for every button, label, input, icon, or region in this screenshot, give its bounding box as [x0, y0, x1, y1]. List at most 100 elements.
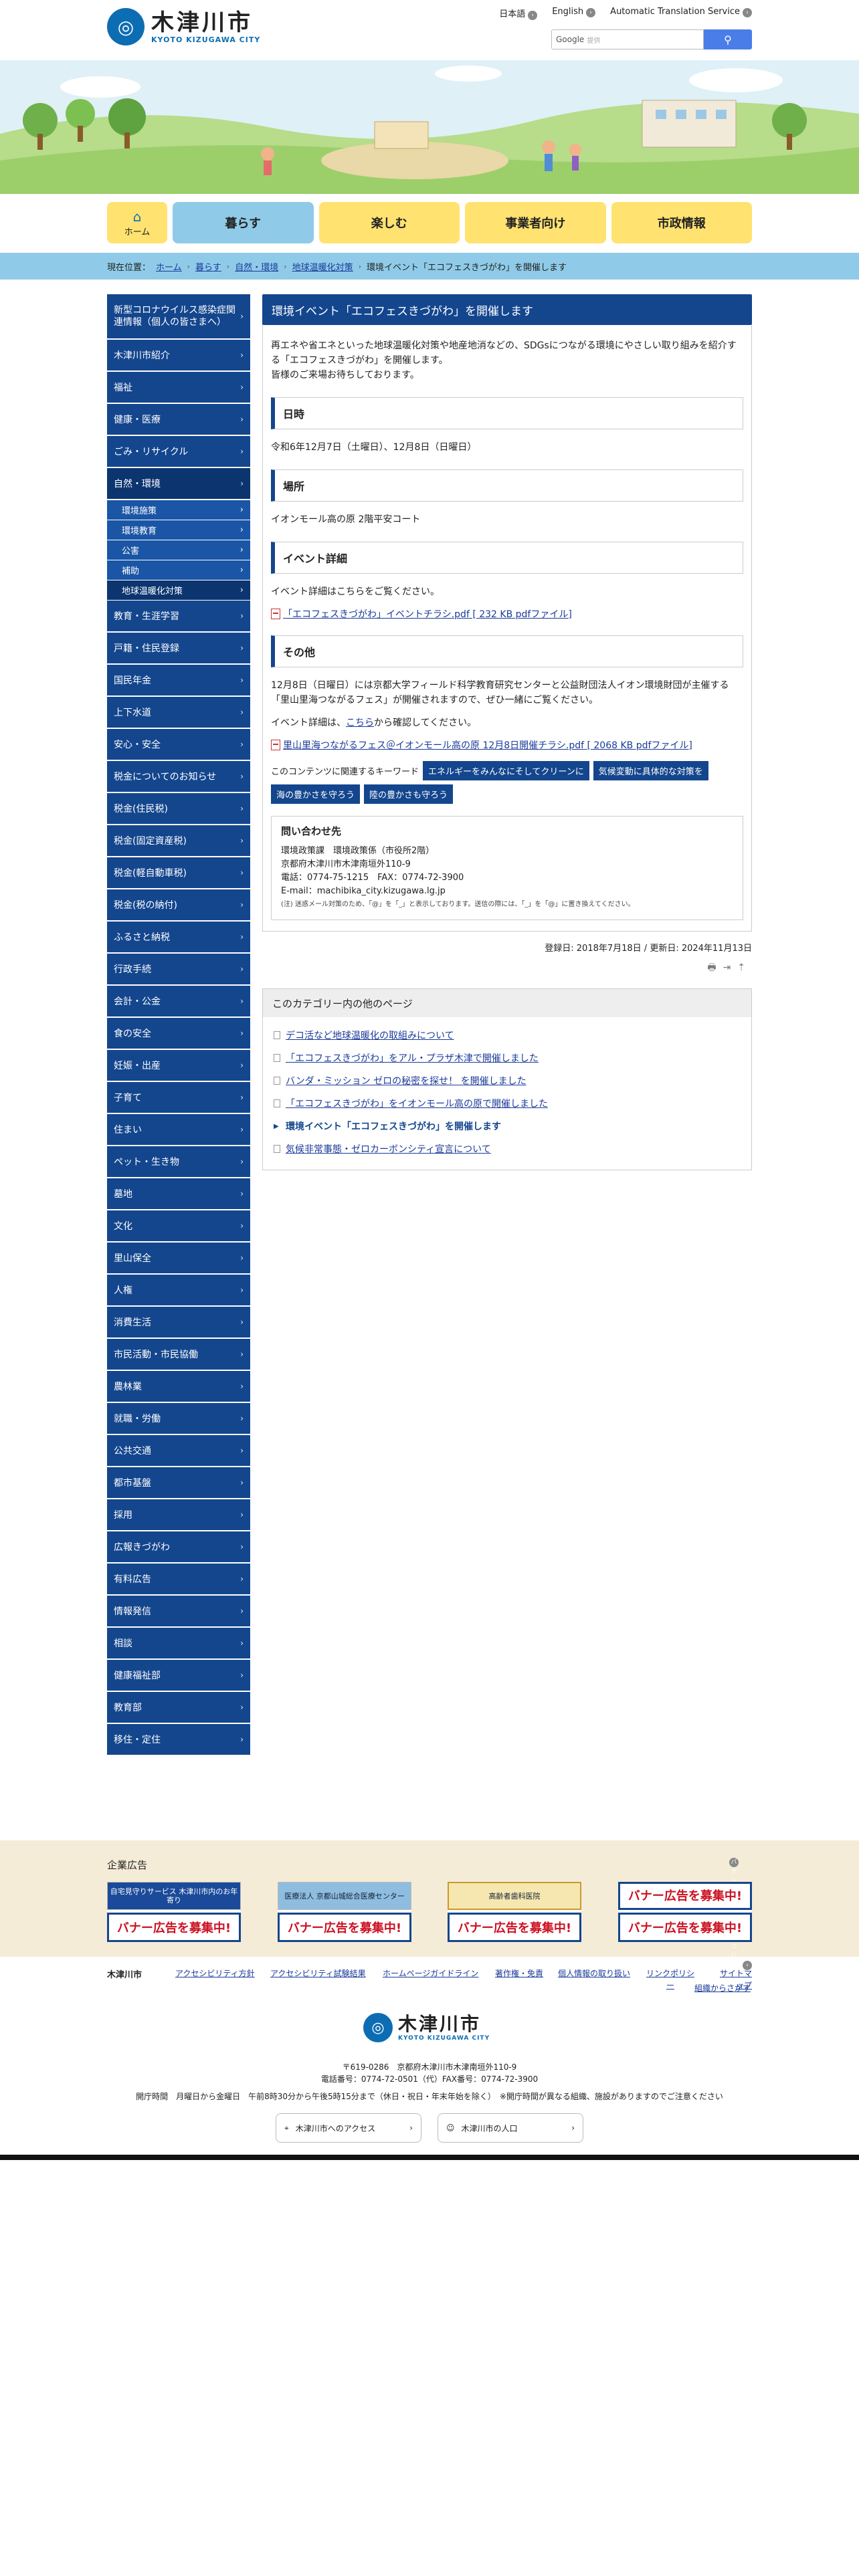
sidebar-item[interactable]: 都市基盤 › — [107, 1467, 250, 1499]
ad-banner[interactable]: 自宅見守りサービス 木津川市内のお年寄り バナー広告を募集中! — [107, 1882, 241, 1942]
pdf-link[interactable]: 「エコフェスきづがわ」イベントチラシ.pdf [ 232 KB pdfファイル] — [271, 607, 743, 621]
sidebar-subitem[interactable]: 環境教育 › — [107, 520, 250, 540]
footer-link[interactable]: リンクポリシー — [646, 1967, 694, 1992]
pdf-link[interactable]: 里山里海つながるフェス＠イオンモール高の原 12月8日開催チラシ.pdf [ 2… — [271, 738, 743, 752]
footer-link[interactable]: アクセシビリティ方針 — [175, 1967, 255, 1979]
footer-link[interactable]: 著作権・免責 — [495, 1967, 543, 1979]
sidebar-item[interactable]: 人権 › — [107, 1275, 250, 1307]
sidebar-item[interactable]: 税金(住民税) › — [107, 793, 250, 825]
sidebar-item[interactable]: 木津川市紹介 › — [107, 340, 250, 372]
sidebar-item[interactable]: 消費生活 › — [107, 1307, 250, 1339]
nav-shisei[interactable]: 市政情報 — [611, 202, 752, 243]
chevron-right-icon: › — [240, 900, 244, 909]
sidebar-item[interactable]: 税金についてのお知らせ › — [107, 761, 250, 793]
sidebar-item[interactable]: 妊娠・出産 › — [107, 1050, 250, 1082]
ad-banner[interactable]: 医療法人 京都山城総合医療センター バナー広告を募集中! — [278, 1882, 411, 1942]
keyword-tag[interactable]: エネルギーをみんなにそしてクリーンに — [423, 761, 589, 780]
sidebar-item[interactable]: 採用 › — [107, 1499, 250, 1531]
ad-banner[interactable]: バナー広告を募集中! バナー広告を募集中! — [618, 1882, 752, 1942]
chevron-right-icon: › — [240, 740, 244, 749]
footer-link[interactable]: 個人情報の取り扱い — [558, 1967, 630, 1979]
footer-hours: 開庁時間 月曜日から金曜日 午前8時30分から午後5時15分まで（休日・祝日・年… — [136, 2092, 723, 2101]
sidebar-item[interactable]: 税金(固定資産税) › — [107, 825, 250, 857]
sidebar-item[interactable]: 移住・定住 › — [107, 1724, 250, 1756]
keyword-tag[interactable]: 気候変動に具体的な対策を — [593, 761, 708, 780]
sidebar-item[interactable]: ペット・生き物 › — [107, 1146, 250, 1178]
sidebar-item[interactable]: 税金(税の納付) › — [107, 889, 250, 922]
list-item[interactable]: デコ活など地球温暖化の取組みについて — [274, 1024, 741, 1047]
sidebar-item-covid[interactable]: 新型コロナウイルス感染症関連情報（個人の皆さまへ） › — [107, 294, 250, 340]
list-item[interactable]: 「エコフェスきづがわ」をアル・プラザ木津で開催しました — [274, 1047, 741, 1069]
footer-link[interactable]: アクセシビリティ試験結果 — [270, 1967, 366, 1979]
list-item[interactable]: バンダ・ミッション ゼロの秘密を探せ！ を開催しました — [274, 1069, 741, 1092]
sidebar-item[interactable]: 広報きづがわ › — [107, 1531, 250, 1564]
sidebar-item[interactable]: 教育・生涯学習 › — [107, 601, 250, 633]
breadcrumb-nature[interactable]: 自然・環境 — [235, 260, 278, 273]
sidebar-item[interactable]: ふるさと納税 › — [107, 922, 250, 954]
sidebar-item[interactable]: 子育て › — [107, 1082, 250, 1114]
contact-note: (注) 迷惑メール対策のため、「@」を「_」と表示しております。送信の際には、「… — [281, 901, 635, 908]
breadcrumb-home[interactable]: ホーム — [156, 260, 182, 273]
nav-business[interactable]: 事業者向け — [465, 202, 606, 243]
translation-link[interactable]: Automatic Translation Service › — [610, 7, 752, 20]
sidebar-item[interactable]: 教育部 › — [107, 1692, 250, 1724]
sidebar-item[interactable]: 有料広告 › — [107, 1564, 250, 1596]
search-input[interactable]: Google 提供 — [551, 29, 704, 49]
sidebar-item[interactable]: 墓地 › — [107, 1178, 250, 1210]
here-link[interactable]: こちら — [346, 718, 374, 728]
list-item[interactable]: 「エコフェスきづがわ」をイオンモール高の原で開催しました — [274, 1092, 741, 1115]
sidebar-item[interactable]: 情報発信 › — [107, 1596, 250, 1628]
sidebar-item-nature[interactable]: 自然・環境 › — [107, 468, 250, 500]
lang-japanese-link[interactable]: 日本語 › — [499, 7, 538, 20]
sidebar-subitem[interactable]: 補助 › — [107, 560, 250, 580]
ad-banner[interactable]: 高齢者歯科医院 バナー広告を募集中! — [448, 1882, 581, 1942]
sidebar-item[interactable]: 福祉 › — [107, 372, 250, 404]
sidebar-item[interactable]: ごみ・リサイクル › — [107, 436, 250, 468]
nav-home[interactable]: ⌂ ホーム — [107, 202, 167, 243]
sidebar-item[interactable]: 農林業 › — [107, 1371, 250, 1403]
list-item[interactable]: 気候非常事態・ゼロカーボンシティ宣言について — [274, 1138, 741, 1160]
share-icon[interactable]: ⇥ — [723, 962, 738, 973]
house-icon: ⌂ — [132, 208, 142, 225]
nav-tanoshimu[interactable]: 楽しむ — [318, 202, 460, 243]
print-icon[interactable]: 🖶 — [707, 962, 723, 973]
footer-logo[interactable]: ◎ 木津川市 KYOTO KIZUGAWA CITY — [363, 2013, 490, 2042]
sidebar-item[interactable]: 住まい › — [107, 1114, 250, 1146]
population-button[interactable]: ☺ 木津川市の人口 › — [438, 2113, 583, 2143]
sidebar-item[interactable]: 戸籍・住民登録 › — [107, 633, 250, 665]
sidebar-item[interactable]: 国民年金 › — [107, 665, 250, 697]
sidebar-subitem-current[interactable]: 地球温暖化対策 › — [107, 580, 250, 601]
sidebar-item[interactable]: 公共交通 › — [107, 1435, 250, 1467]
sidebar-item[interactable]: 安心・安全 › — [107, 729, 250, 761]
sidebar-subitem[interactable]: 公害 › — [107, 540, 250, 560]
sidebar-item[interactable]: 税金(軽自動車税) › — [107, 857, 250, 889]
page-title: 環境イベント「エコフェスきづがわ」を開催します — [262, 294, 752, 325]
sidebar-item[interactable]: 市民活動・市民協働 › — [107, 1339, 250, 1371]
search-button[interactable]: ⚲ — [704, 29, 752, 49]
access-button[interactable]: ⌖ 木津川市へのアクセス › — [276, 2113, 421, 2143]
page-top-icon[interactable]: ⇡ — [737, 962, 752, 973]
site-logo[interactable]: ◎ 木津川市 KYOTO KIZUGAWA CITY — [107, 8, 260, 45]
footer-link[interactable]: ホームページガイドライン — [383, 1967, 478, 1979]
sidebar-item[interactable]: 里山保全 › — [107, 1243, 250, 1275]
chevron-right-icon: › — [358, 261, 362, 271]
lang-english-link[interactable]: English › — [552, 7, 596, 20]
nav-kurasu[interactable]: 暮らす — [173, 202, 314, 243]
chevron-right-icon: › — [240, 611, 244, 621]
sidebar-item[interactable]: 相談 › — [107, 1628, 250, 1660]
sidebar-item[interactable]: 行政手続 › — [107, 954, 250, 986]
sidebar-item[interactable]: 文化 › — [107, 1210, 250, 1243]
sidebar-item[interactable]: 就職・労働 › — [107, 1403, 250, 1435]
keyword-tag[interactable]: 海の豊かさを守ろう — [271, 784, 361, 804]
sidebar-item[interactable]: 会計・公金 › — [107, 986, 250, 1018]
keyword-tag[interactable]: 陸の豊かさも守ろう — [364, 784, 454, 804]
breadcrumb-warming[interactable]: 地球温暖化対策 — [292, 260, 353, 273]
document-icon — [274, 1054, 280, 1062]
sidebar-item[interactable]: 健康福祉部 › — [107, 1660, 250, 1692]
sidebar-item[interactable]: 健康・医療 › — [107, 404, 250, 436]
sidebar-subitem[interactable]: 環境施策 › — [107, 500, 250, 520]
breadcrumb-kurasu[interactable]: 暮らす — [195, 260, 221, 273]
sidebar-item[interactable]: 食の安全 › — [107, 1018, 250, 1050]
footer-link[interactable]: 組織からさがす — [694, 1982, 751, 1994]
sidebar-item[interactable]: 上下水道 › — [107, 697, 250, 729]
